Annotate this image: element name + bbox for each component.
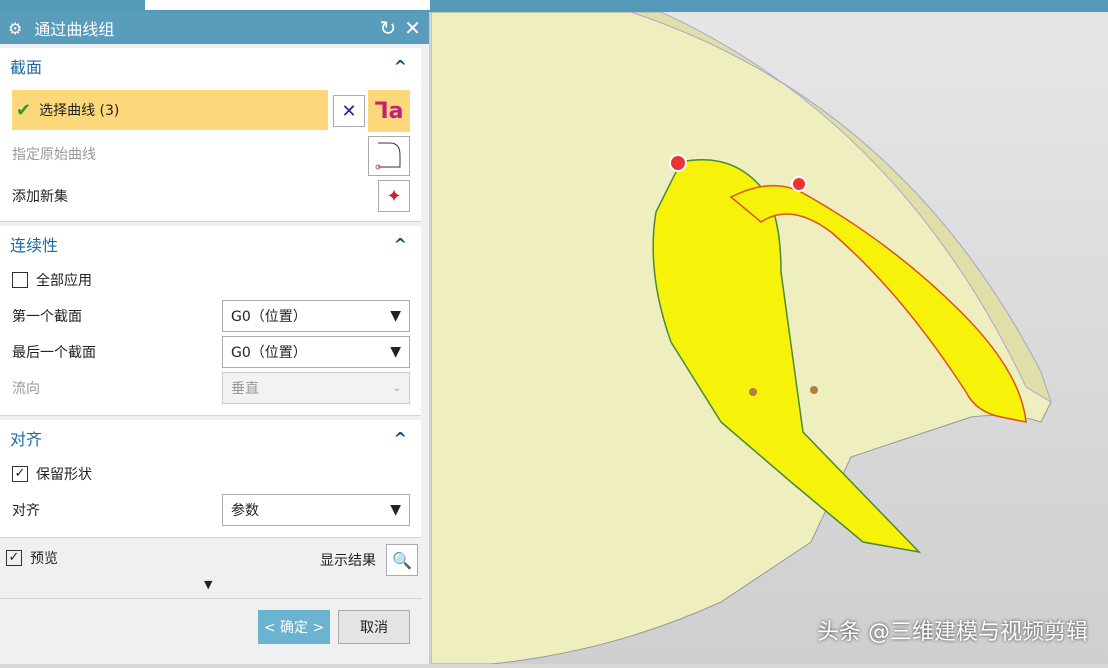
curve-icon: Ꞁa — [375, 99, 404, 124]
through-curve-mesh-dialog: ⚙ 通过曲线组 ↻ ✕ 截面 ^ ✔ 选择曲线 (3) ✕ Ꞁa 指定原始曲线 添… — [0, 12, 430, 664]
add-new-set-label: 添加新集 — [0, 178, 80, 214]
expand-arrow-icon[interactable]: ▼ — [204, 578, 212, 591]
dialog-title: 通过曲线组 — [34, 16, 371, 40]
section-title: 截面 — [10, 54, 42, 78]
last-section-label: 最后一个截面 — [0, 334, 108, 370]
collapse-chevron-icon[interactable]: ^ — [394, 235, 407, 254]
first-section-label: 第一个截面 — [0, 298, 94, 334]
tab-strip — [145, 0, 430, 10]
add-new-set-button[interactable]: ✦ — [378, 180, 410, 212]
curve-point-marker — [670, 155, 686, 171]
show-result-label: 显示结果 — [320, 550, 376, 570]
apply-all-checkbox[interactable]: 全部应用 — [0, 262, 104, 298]
model-geometry — [431, 12, 1108, 664]
keep-shape-label: 保留形状 — [36, 464, 92, 484]
magnifier-icon: 🔍 — [392, 551, 412, 570]
keep-shape-checkbox[interactable]: ✓ 保留形状 — [0, 456, 104, 492]
alignment-dropdown[interactable]: 参数 ▼ — [222, 494, 410, 526]
reverse-direction-button[interactable]: ✕ — [333, 95, 365, 127]
gear-icon[interactable]: ⚙ — [8, 19, 22, 38]
checkbox-icon — [12, 272, 28, 288]
checkbox-checked-icon: ✓ — [12, 466, 28, 482]
dropdown-arrow-icon: ▼ — [390, 502, 401, 518]
flow-direction-label: 流向 — [0, 370, 52, 406]
apply-all-label: 全部应用 — [36, 270, 92, 290]
reset-icon[interactable]: ↻ — [379, 16, 396, 40]
section-panel: 截面 ^ ✔ 选择曲线 (3) ✕ Ꞁa 指定原始曲线 添加新集 ✦ — [0, 48, 421, 222]
preview-checkbox[interactable]: ✓ 预览 — [0, 540, 70, 576]
ok-button[interactable]: < 确定 > — [258, 610, 330, 644]
origin-curve-icon — [374, 141, 404, 171]
watermark: 头条 @三维建模与视频剪辑 — [817, 614, 1088, 646]
collapse-chevron-icon[interactable]: ^ — [394, 57, 407, 76]
check-icon: ✔ — [16, 100, 31, 121]
dropdown-arrow-icon: ▼ — [390, 344, 401, 360]
close-icon[interactable]: ✕ — [404, 16, 421, 40]
continuity-title: 连续性 — [10, 232, 58, 256]
dropdown-value: G0（位置） — [231, 342, 307, 362]
select-curve-field[interactable]: ✔ 选择曲线 (3) — [12, 90, 328, 130]
collapse-chevron-icon[interactable]: ^ — [394, 429, 407, 448]
select-curve-label: 选择曲线 (3) — [39, 100, 119, 120]
alignment-label: 对齐 — [0, 492, 52, 528]
alignment-panel: 对齐 ^ ✓ 保留形状 对齐 参数 ▼ — [0, 420, 421, 538]
dropdown-arrow-icon: ▼ — [390, 308, 401, 324]
guide-point — [810, 386, 818, 394]
last-section-dropdown[interactable]: G0（位置） ▼ — [222, 336, 410, 368]
origin-curve-button[interactable] — [368, 136, 410, 176]
dropdown-value: G0（位置） — [231, 306, 307, 326]
continuity-panel: 连续性 ^ 全部应用 第一个截面 G0（位置） ▼ 最后一个截面 G0（位置） ▼ 流… — [0, 226, 421, 416]
preview-label: 预览 — [30, 548, 58, 568]
flow-direction-dropdown: 垂直 ⌄ — [222, 372, 410, 404]
dropdown-arrow-icon: ⌄ — [393, 383, 401, 394]
alignment-title: 对齐 — [10, 426, 42, 450]
3d-viewport[interactable]: 头条 @三维建模与视频剪辑 — [431, 12, 1108, 664]
dialog-footer: ✓ 预览 显示结果 🔍 ▼ < 确定 > 取消 — [0, 538, 429, 658]
dropdown-value: 参数 — [231, 500, 259, 520]
guide-point — [749, 388, 757, 396]
curve-button[interactable]: Ꞁa — [368, 90, 410, 132]
checkbox-checked-icon: ✓ — [6, 550, 22, 566]
dropdown-value: 垂直 — [231, 378, 259, 398]
specify-origin-label: 指定原始曲线 — [0, 136, 108, 172]
first-section-dropdown[interactable]: G0（位置） ▼ — [222, 300, 410, 332]
add-star-icon: ✦ — [386, 186, 401, 207]
cancel-button[interactable]: 取消 — [338, 610, 410, 644]
curve-point-marker — [792, 177, 806, 191]
dialog-titlebar: ⚙ 通过曲线组 ↻ ✕ — [0, 12, 429, 44]
show-result-button[interactable]: 🔍 — [386, 544, 418, 576]
reverse-icon: ✕ — [341, 101, 356, 122]
